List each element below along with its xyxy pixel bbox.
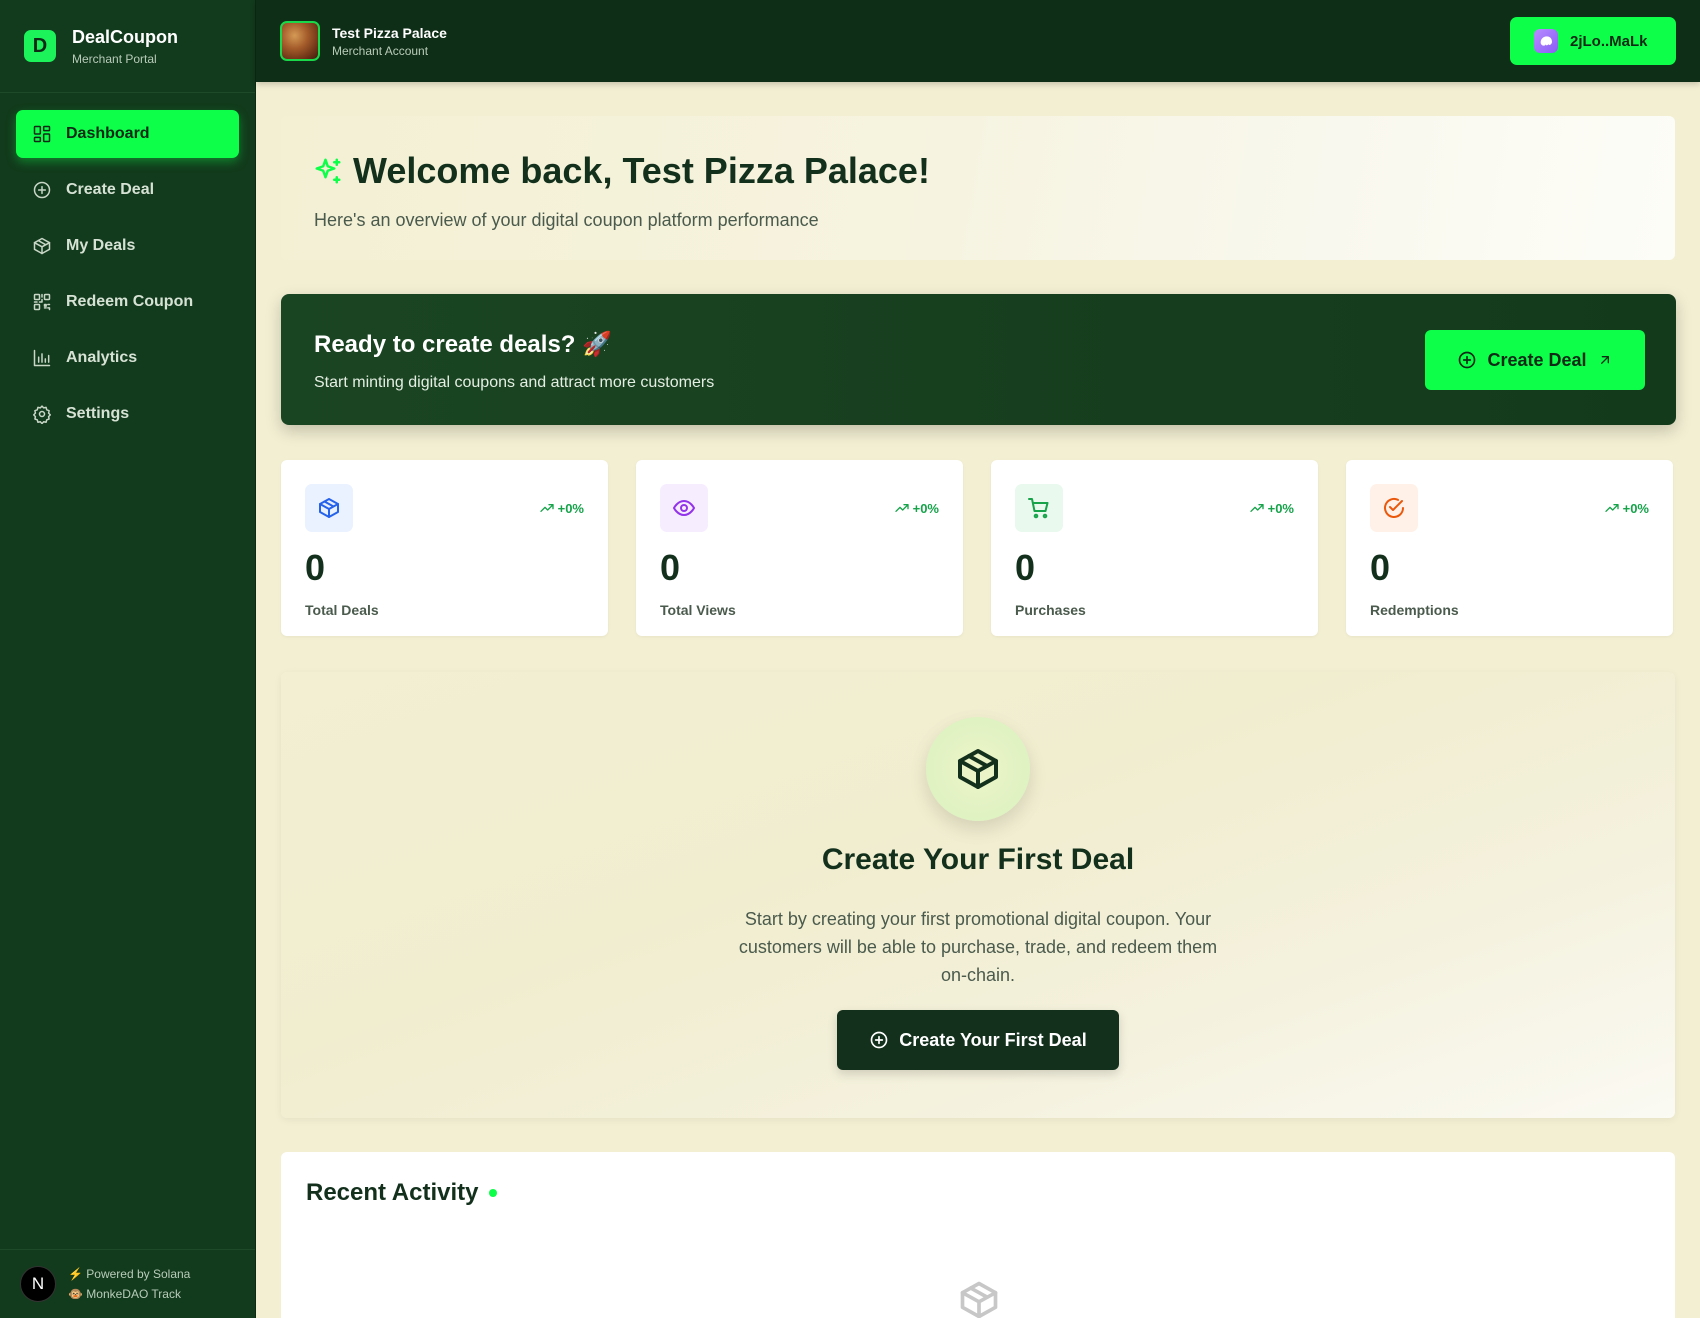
recent-activity-card: Recent Activity [281, 1152, 1675, 1318]
wallet-address: 2jLo..MaLk [1570, 32, 1648, 50]
callout-subtitle: Start minting digital coupons and attrac… [314, 374, 715, 391]
create-deal-callout: Ready to create deals? 🚀 Start minting d… [281, 294, 1676, 425]
merchant-avatar [280, 21, 320, 61]
sidebar-item-label: My Deals [66, 237, 136, 254]
brand[interactable]: D DealCoupon Merchant Portal [0, 0, 255, 93]
create-deal-button[interactable]: Create Deal [1425, 330, 1645, 390]
page-title: Welcome back, Test Pizza Palace! [353, 150, 930, 191]
package-icon [305, 484, 353, 532]
sidebar-item-settings[interactable]: Settings [16, 390, 239, 438]
sparkles-icon [315, 158, 341, 184]
sidebar-nav: Dashboard Create Deal My Deals Redeem Co… [0, 93, 255, 438]
stat-card-total-views: +0% 0 Total Views [636, 460, 963, 636]
stats-grid: +0% 0 Total Deals +0% 0 Total Views +0% [281, 460, 1675, 636]
stat-label: Purchases [1015, 602, 1086, 618]
brand-subtitle: Merchant Portal [72, 51, 157, 66]
trend-value: +0% [1267, 500, 1294, 516]
empty-state-card: Create Your First Deal Start by creating… [281, 672, 1675, 1118]
create-first-deal-label: Create Your First Deal [899, 1029, 1087, 1050]
brand-name: DealCoupon [72, 26, 178, 47]
sidebar-item-create-deal[interactable]: Create Deal [16, 166, 239, 214]
sidebar-item-label: Dashboard [66, 125, 150, 142]
sidebar-item-redeem-coupon[interactable]: Redeem Coupon [16, 278, 239, 326]
stat-value: 0 [1370, 547, 1391, 588]
stat-value: 0 [305, 547, 326, 588]
sidebar-item-label: Redeem Coupon [66, 293, 194, 310]
sidebar-footer: N ⚡ Powered by Solana 🐵 MonkeDAO Track [0, 1249, 255, 1318]
create-first-deal-button[interactable]: Create Your First Deal [837, 1010, 1119, 1070]
arrow-up-right-icon [1600, 356, 1609, 364]
trending-up-icon [1604, 504, 1619, 512]
brand-logo: D [24, 30, 56, 62]
merchant-subtitle: Merchant Account [332, 43, 429, 58]
check-circle-icon [1370, 484, 1418, 532]
trend-badge: +0% [894, 500, 939, 516]
wallet-button[interactable]: 2jLo..MaLk [1510, 17, 1676, 65]
stat-card-purchases: +0% 0 Purchases [991, 460, 1318, 636]
stat-label: Total Views [660, 602, 736, 618]
nextjs-badge[interactable]: N [20, 1266, 56, 1302]
welcome-banner: Welcome back, Test Pizza Palace! Here's … [281, 116, 1675, 260]
dashboard-grid-icon [33, 125, 51, 143]
main-content: Welcome back, Test Pizza Palace! Here's … [256, 82, 1700, 1318]
empty-state-badge [926, 717, 1030, 821]
plus-circle-icon [1459, 351, 1476, 369]
empty-state-description: Start by creating your first promotional… [738, 909, 1218, 985]
trend-value: +0% [557, 500, 584, 516]
stat-value: 0 [1015, 547, 1036, 588]
trending-up-icon [1249, 504, 1264, 512]
sidebar-item-label: Create Deal [66, 181, 155, 198]
trend-badge: +0% [1249, 500, 1294, 516]
trend-badge: +0% [539, 500, 584, 516]
trend-value: +0% [1622, 500, 1649, 516]
qr-code-icon [33, 293, 51, 311]
sidebar-item-label: Analytics [66, 349, 138, 366]
eye-icon [660, 484, 708, 532]
live-dot [488, 1189, 497, 1197]
trending-up-icon [894, 504, 909, 512]
empty-state-title: Create Your First Deal [821, 843, 1135, 876]
plus-circle-icon [870, 1031, 888, 1049]
powered-by-text: ⚡ Powered by Solana [68, 1267, 191, 1281]
stat-label: Redemptions [1370, 602, 1459, 618]
trending-up-icon [539, 504, 554, 512]
page-subtitle: Here's an overview of your digital coupo… [314, 210, 819, 230]
track-text: 🐵 MonkeDAO Track [68, 1287, 181, 1301]
phantom-wallet-icon [1534, 29, 1558, 53]
package-icon [33, 237, 51, 255]
package-icon [957, 1278, 1001, 1318]
recent-activity-title: Recent Activity [306, 1179, 479, 1206]
stat-value: 0 [660, 547, 681, 588]
stat-card-total-deals: +0% 0 Total Deals [281, 460, 608, 636]
package-icon [958, 749, 998, 789]
top-header: Test Pizza Palace Merchant Account 2jLo.… [256, 0, 1700, 82]
stat-card-redemptions: +0% 0 Redemptions [1346, 460, 1673, 636]
stat-label: Total Deals [305, 602, 379, 618]
trend-badge: +0% [1604, 500, 1649, 516]
merchant-name: Test Pizza Palace [332, 24, 447, 41]
bar-chart-icon [33, 349, 51, 367]
sidebar-item-analytics[interactable]: Analytics [16, 334, 239, 382]
sidebar-item-dashboard[interactable]: Dashboard [16, 110, 239, 158]
cart-icon [1015, 484, 1063, 532]
sidebar-item-label: Settings [66, 405, 130, 422]
gear-icon [33, 405, 51, 424]
sidebar-item-my-deals[interactable]: My Deals [16, 222, 239, 270]
callout-title: Ready to create deals? 🚀 [314, 331, 612, 358]
plus-circle-icon [33, 181, 51, 199]
create-deal-button-label: Create Deal [1487, 349, 1587, 370]
trend-value: +0% [912, 500, 939, 516]
sidebar: D DealCoupon Merchant Portal Dashboard C… [0, 0, 256, 1318]
